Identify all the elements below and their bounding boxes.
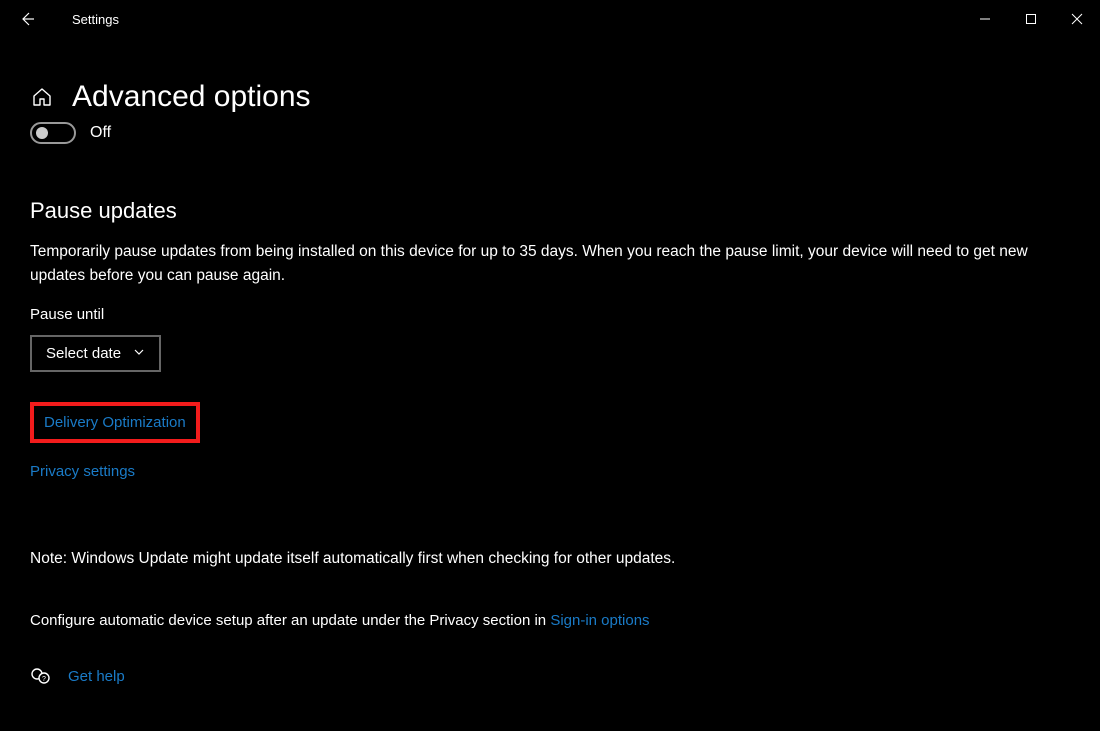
select-date-dropdown[interactable]: Select date bbox=[30, 335, 161, 372]
titlebar: Settings bbox=[0, 0, 1100, 38]
back-icon[interactable] bbox=[18, 10, 36, 28]
page-title: Advanced options bbox=[72, 80, 311, 114]
highlight-box: Delivery Optimization bbox=[30, 402, 200, 443]
page-header: Advanced options bbox=[30, 80, 1070, 114]
chevron-down-icon bbox=[133, 345, 145, 362]
select-date-value: Select date bbox=[46, 345, 121, 362]
note-line-1: Note: Windows Update might update itself… bbox=[30, 550, 1070, 568]
toggle-knob bbox=[36, 127, 48, 139]
close-icon[interactable] bbox=[1054, 3, 1100, 35]
help-icon: ? bbox=[30, 665, 52, 687]
maximize-icon[interactable] bbox=[1008, 3, 1054, 35]
link-group: Delivery Optimization Privacy settings bbox=[30, 402, 1070, 480]
window-controls bbox=[962, 3, 1100, 35]
sign-in-options-link[interactable]: Sign-in options bbox=[550, 612, 649, 629]
content: Advanced options Off Pause updates Tempo… bbox=[0, 38, 1100, 687]
note-line-2-prefix: Configure automatic device setup after a… bbox=[30, 612, 550, 629]
note-line-2: Configure automatic device setup after a… bbox=[30, 612, 1070, 629]
get-help-link[interactable]: Get help bbox=[68, 668, 125, 685]
pause-heading: Pause updates bbox=[30, 198, 1070, 224]
pause-description: Temporarily pause updates from being ins… bbox=[30, 240, 1060, 288]
delivery-optimization-link[interactable]: Delivery Optimization bbox=[44, 414, 186, 431]
toggle-switch[interactable] bbox=[30, 122, 76, 144]
svg-text:?: ? bbox=[42, 676, 46, 683]
notes: Note: Windows Update might update itself… bbox=[30, 550, 1070, 568]
home-icon[interactable] bbox=[30, 85, 54, 109]
toggle-row: Off bbox=[30, 122, 1070, 144]
minimize-icon[interactable] bbox=[962, 3, 1008, 35]
privacy-settings-link[interactable]: Privacy settings bbox=[30, 463, 135, 480]
help-row: ? Get help bbox=[30, 665, 1070, 687]
app-title: Settings bbox=[72, 12, 119, 27]
pause-until-label: Pause until bbox=[30, 306, 1070, 323]
toggle-label: Off bbox=[90, 124, 111, 142]
